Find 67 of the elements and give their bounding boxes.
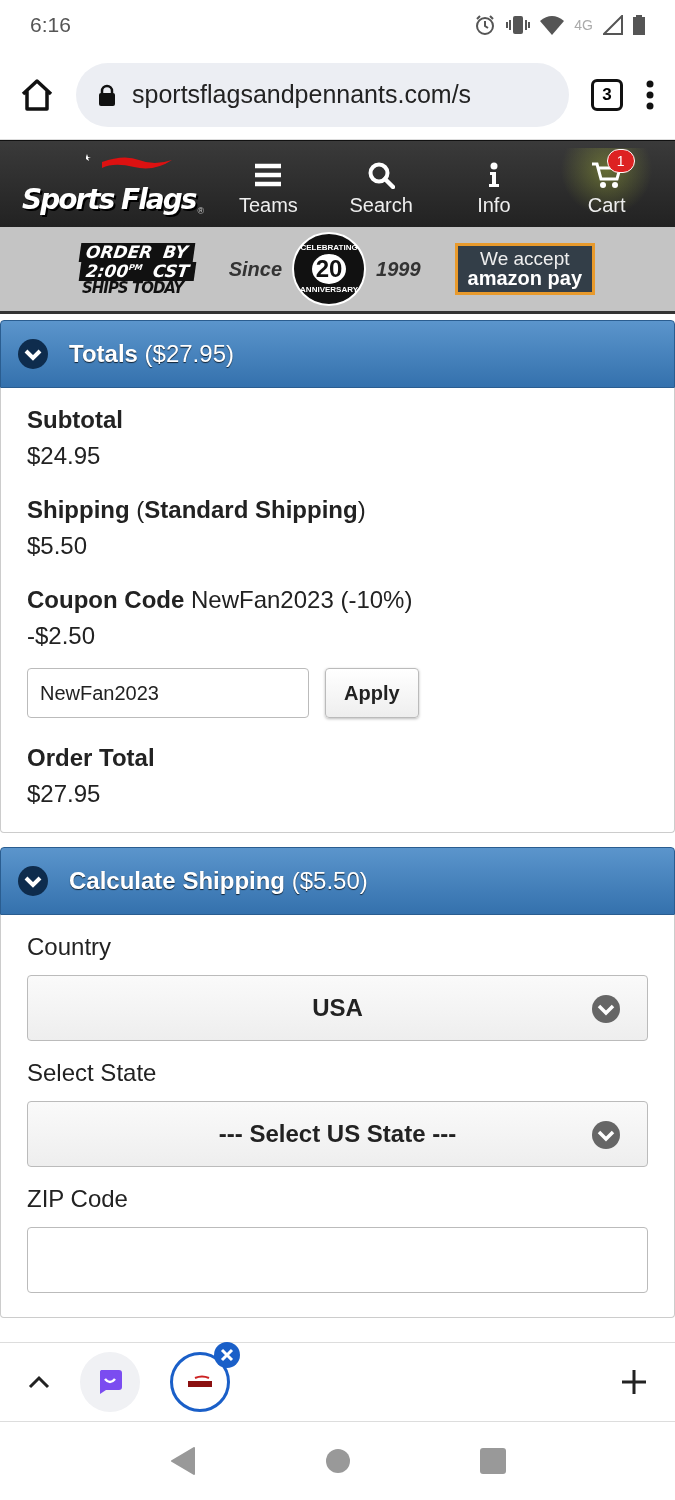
address-bar[interactable]: sportsflagsandpennants.com/s (76, 62, 569, 127)
seal-number: 20 (312, 254, 347, 284)
menu-icon (254, 162, 283, 187)
coupon-field[interactable]: NewFan2023 (27, 668, 309, 718)
home-icon[interactable] (20, 78, 54, 111)
clock-time: 6:16 (30, 13, 72, 37)
nav-item[interactable]: Search (324, 147, 438, 221)
back-icon[interactable] (169, 1447, 196, 1475)
chevron-up-icon[interactable] (28, 1375, 50, 1389)
total-value: -$2.50 (27, 622, 97, 650)
vibrate-icon (506, 15, 531, 35)
registered-mark: ® (197, 206, 205, 216)
chat-bubble-icon (97, 1369, 123, 1395)
tab-count-button[interactable]: 3 (591, 78, 623, 111)
field-label: ZIP Code (27, 1185, 129, 1213)
battery-icon (633, 15, 645, 35)
total-value: $5.50 (27, 532, 89, 560)
section-title: Calculate Shipping ($5.50) (69, 867, 368, 895)
total-label: Subtotal (27, 406, 124, 434)
nav-label: Cart (587, 193, 626, 217)
field-label: Select State (27, 1059, 158, 1087)
close-icon[interactable] (214, 1342, 240, 1368)
dropdown-select[interactable]: USA (27, 975, 648, 1041)
section-title: Totals ($27.95) (69, 340, 234, 368)
network-type: 4G (574, 17, 593, 33)
total-value: $27.95 (27, 780, 102, 808)
nav-item[interactable]: Info (437, 147, 551, 221)
seal-text: ANNIVERSARY (300, 286, 359, 294)
chevron-down-icon[interactable] (17, 865, 49, 897)
logo-text[interactable]: Sports Flags (22, 183, 196, 216)
alarm-icon (474, 14, 497, 36)
nav-item[interactable]: Teams (212, 147, 325, 221)
tab-thumbnail[interactable] (170, 1352, 230, 1412)
more-options-icon[interactable] (645, 79, 655, 110)
search-icon (367, 160, 396, 189)
apply-button[interactable]: Apply (325, 668, 419, 718)
section-header[interactable]: Totals ($27.95) (0, 320, 675, 388)
zip-field[interactable] (27, 1227, 648, 1293)
year-text: 1999 (376, 257, 421, 281)
total-value: $24.95 (27, 442, 102, 470)
field-label: Country (27, 933, 113, 961)
lock-icon (98, 83, 116, 106)
order-by-text: ORDER BY (78, 242, 195, 262)
section-header[interactable]: Calculate Shipping ($5.50) (0, 847, 675, 915)
chevron-down-icon (591, 994, 621, 1024)
signal-icon (603, 15, 623, 35)
url-text: sportsflagsandpennants.com/s (132, 80, 472, 109)
payment-badge: We accept amazon pay (454, 242, 596, 296)
dropdown-select[interactable]: --- Select US State --- (27, 1101, 648, 1167)
cutoff-time: 2:00$^{PM}$ CST (78, 261, 197, 281)
total-label: Order Total (27, 744, 156, 772)
cart-count-badge: 1 (606, 148, 635, 173)
since-text: Since (228, 257, 283, 281)
wifi-icon (540, 15, 565, 35)
total-label: Coupon Code NewFan2023 (-10%) (27, 586, 414, 614)
ships-today-text: SHIPS TODAY (80, 280, 184, 296)
flag-logo-icon (187, 1375, 213, 1389)
total-label: Shipping (Standard Shipping) (27, 496, 367, 524)
info-icon (487, 161, 500, 188)
seal-text: CELEBRATING (300, 244, 358, 252)
add-icon[interactable] (621, 1369, 647, 1395)
chevron-down-icon[interactable] (17, 338, 49, 370)
nav-label: Teams (238, 193, 298, 217)
nav-label: Search (349, 193, 413, 217)
nav-label: Info (477, 193, 511, 217)
recents-icon[interactable] (479, 1448, 506, 1474)
chevron-down-icon (591, 1120, 621, 1150)
